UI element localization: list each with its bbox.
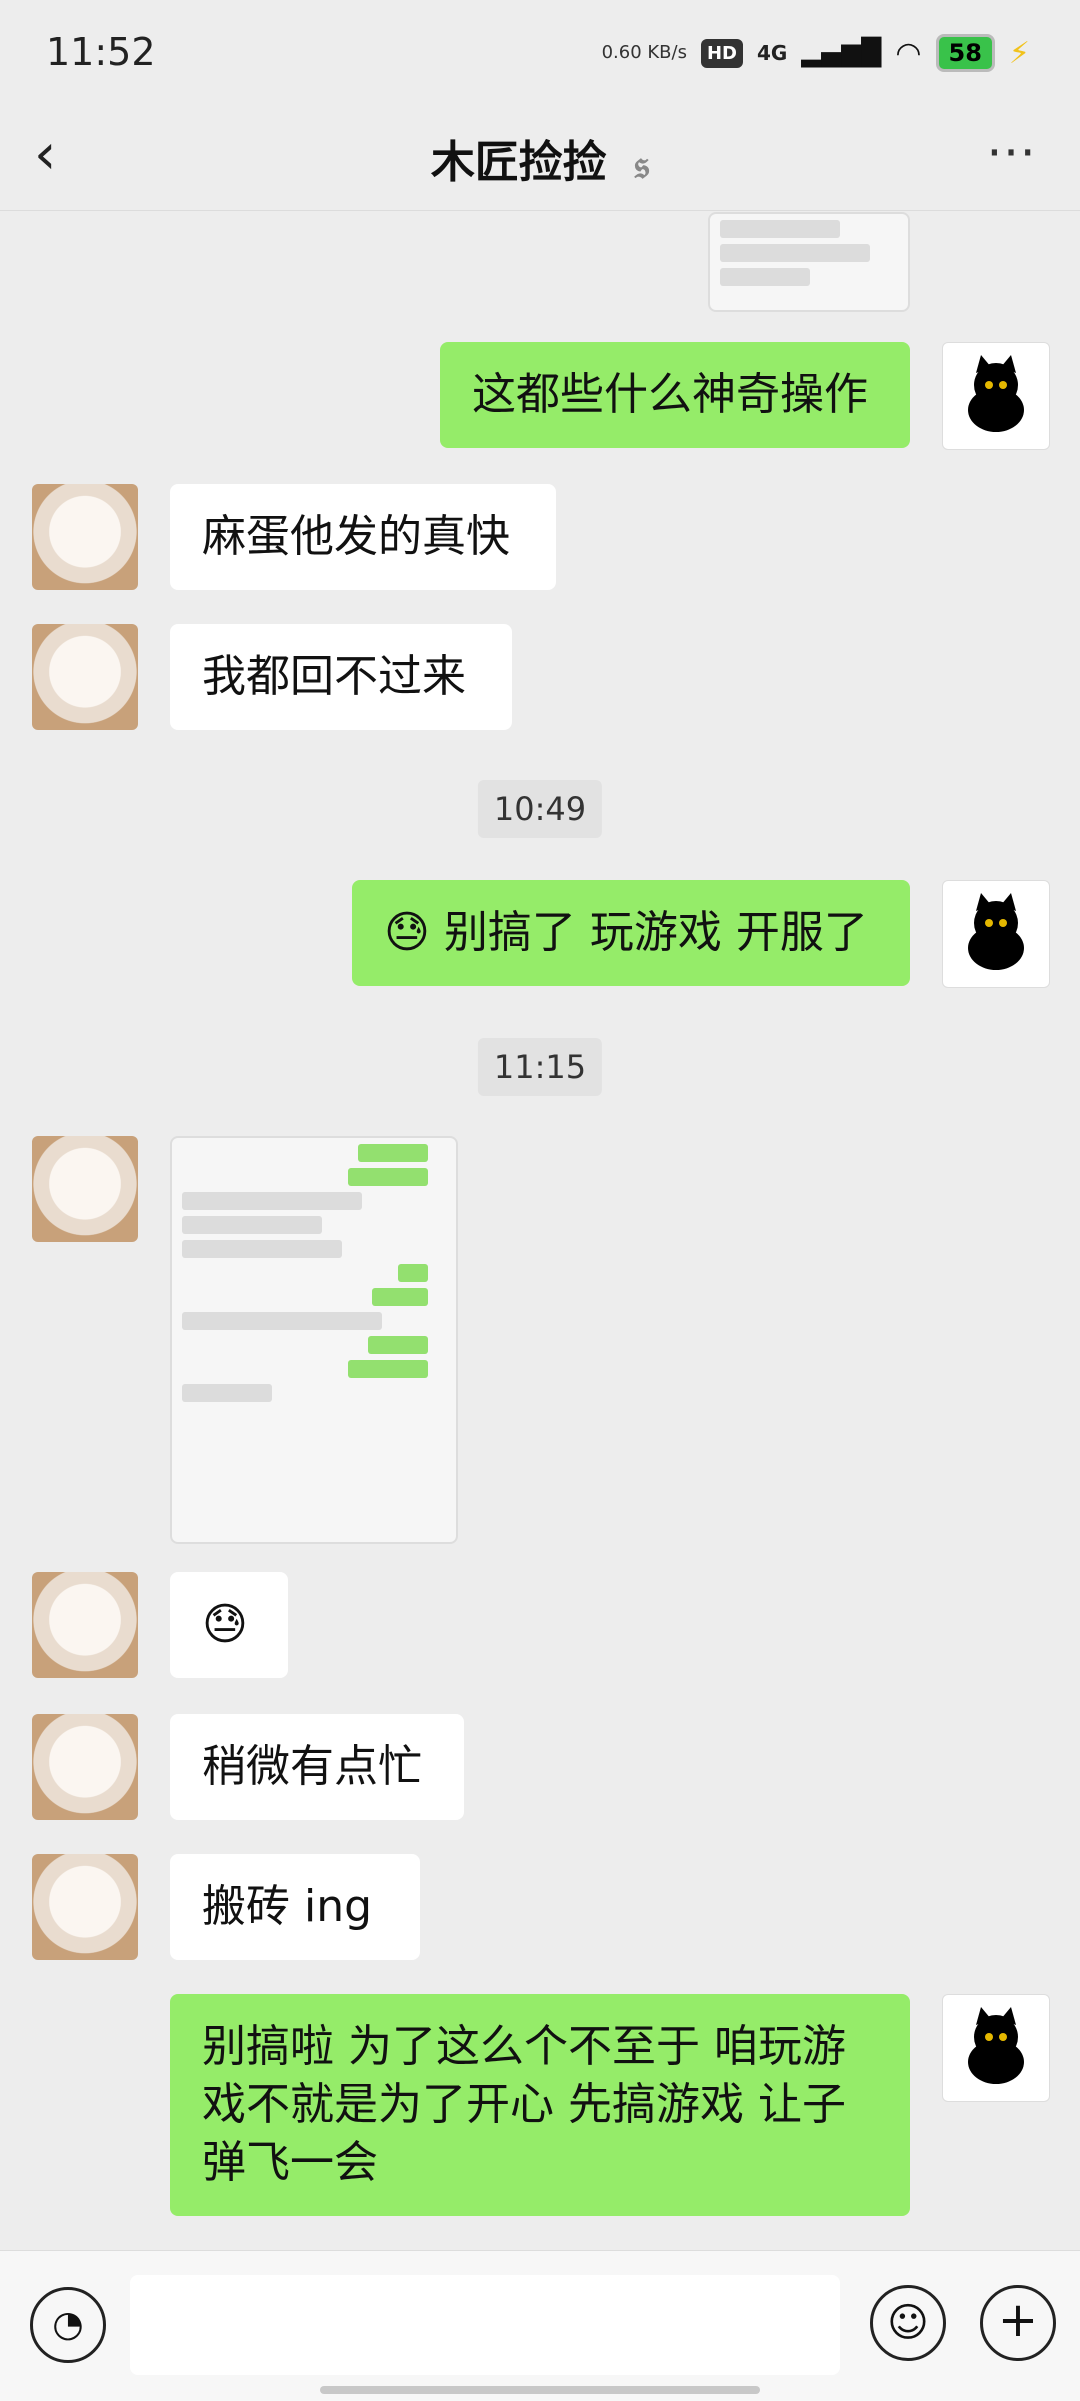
avatar-self[interactable]: [942, 342, 1050, 450]
black-cat-icon: [968, 2007, 1024, 2084]
avatar-contact[interactable]: [32, 484, 138, 590]
emoji-icon[interactable]: ☺: [870, 2285, 946, 2361]
message-outgoing: 这都些什么神奇操作: [0, 342, 1080, 462]
message-bubble[interactable]: 麻蛋他发的真快: [170, 484, 556, 590]
chat-title: 木匠捡捡 𝔰: [430, 137, 650, 188]
message-incoming: 我都回不过来: [0, 624, 1080, 734]
timestamp: 11:15: [477, 1038, 603, 1096]
avatar-contact[interactable]: [32, 1136, 138, 1242]
ear-icon[interactable]: 𝔰: [634, 142, 649, 188]
status-icons: 0.60 KB/s HD 4G ▂▄▆█ ◠ 58 ⚡: [602, 34, 1030, 72]
shared-screenshot[interactable]: [170, 1136, 458, 1544]
network-4g: 4G: [757, 41, 788, 65]
message-bubble[interactable]: 这都些什么神奇操作: [440, 342, 910, 448]
message-incoming: 稍微有点忙: [0, 1714, 1080, 1824]
timestamp: 10:49: [477, 780, 603, 838]
message-incoming-image: [0, 1136, 1080, 1556]
input-bar: ◔ ☺ +: [0, 2250, 1080, 2401]
message-bubble[interactable]: 我都回不过来: [170, 624, 512, 730]
avatar-contact[interactable]: [32, 624, 138, 730]
hd-badge: HD: [700, 38, 743, 68]
signal-icon: ▂▄▆█: [801, 38, 882, 68]
message-incoming: 😓: [0, 1572, 1080, 1682]
battery-level: 58: [935, 34, 995, 72]
charging-icon: ⚡: [1008, 35, 1030, 71]
avatar-contact[interactable]: [32, 1714, 138, 1820]
message-outgoing: 别搞啦 为了这么个不至于 咱玩游戏不就是为了开心 先搞游戏 让子弹飞一会: [0, 1994, 1080, 2224]
voice-icon[interactable]: ◔: [30, 2287, 106, 2363]
black-cat-icon: [968, 355, 1024, 432]
status-bar: 11:52 0.60 KB/s HD 4G ▂▄▆█ ◠ 58 ⚡: [0, 0, 1080, 100]
network-speed: 0.60 KB/s: [601, 42, 687, 63]
message-incoming: 麻蛋他发的真快: [0, 484, 1080, 594]
message-bubble[interactable]: 别搞啦 为了这么个不至于 咱玩游戏不就是为了开心 先搞游戏 让子弹飞一会: [170, 1994, 910, 2216]
avatar-self[interactable]: [942, 880, 1050, 988]
chat-area: 这都些什么神奇操作 麻蛋他发的真快 我都回不过来 10:49 😓 别搞了 玩游戏…: [0, 212, 1080, 2242]
more-options-icon[interactable]: ⋯: [986, 122, 1040, 180]
plus-icon[interactable]: +: [980, 2285, 1056, 2361]
wifi-icon: ◠: [895, 35, 922, 71]
message-incoming: 搬砖 ing: [0, 1854, 1080, 1964]
message-outgoing: 😓 别搞了 玩游戏 开服了: [0, 880, 1080, 1000]
shared-screenshot-top[interactable]: [708, 212, 910, 312]
message-input[interactable]: [130, 2275, 840, 2375]
avatar-self[interactable]: [942, 1994, 1050, 2102]
black-cat-icon: [968, 893, 1024, 970]
sweat-emoji-icon: 😓: [384, 907, 430, 958]
chat-header: ‹ 木匠捡捡 𝔰 ⋯: [0, 100, 1080, 211]
status-time: 11:52: [46, 30, 156, 74]
avatar-contact[interactable]: [32, 1572, 138, 1678]
message-bubble[interactable]: 😓 别搞了 玩游戏 开服了: [352, 880, 910, 986]
message-bubble[interactable]: 😓: [170, 1572, 288, 1678]
message-bubble[interactable]: 搬砖 ing: [170, 1854, 420, 1960]
sweat-emoji-icon: 😓: [202, 1599, 248, 1650]
avatar-contact[interactable]: [32, 1854, 138, 1960]
home-indicator: [320, 2386, 760, 2394]
message-bubble[interactable]: 稍微有点忙: [170, 1714, 464, 1820]
